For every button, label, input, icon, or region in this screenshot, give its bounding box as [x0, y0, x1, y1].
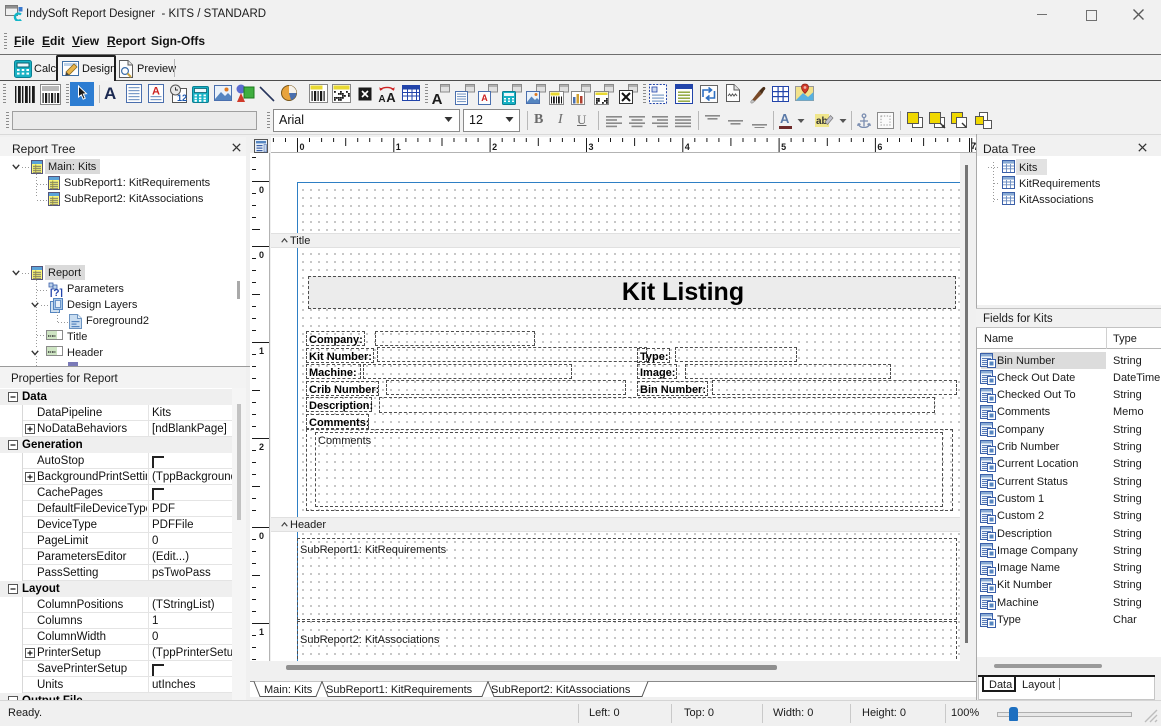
- svg-text:A: A: [378, 94, 385, 104]
- svg-text:0: 0: [259, 185, 264, 195]
- svg-text:[?]: [?]: [50, 288, 63, 297]
- svg-text:0: 0: [259, 531, 264, 541]
- svg-text:A: A: [481, 93, 488, 103]
- svg-text:4: 4: [685, 142, 690, 152]
- svg-text:3: 3: [589, 142, 594, 152]
- svg-text:2: 2: [259, 442, 264, 452]
- svg-text:A: A: [152, 86, 160, 98]
- svg-text:0: 0: [259, 250, 264, 260]
- svg-text:A: A: [386, 90, 396, 104]
- svg-text:6: 6: [877, 142, 882, 152]
- svg-text:A: A: [432, 91, 443, 105]
- svg-text:1: 1: [396, 142, 401, 152]
- svg-text:5: 5: [781, 142, 786, 152]
- svg-text:12: 12: [177, 93, 187, 103]
- svg-text:0: 0: [300, 142, 305, 152]
- svg-text:1: 1: [259, 627, 264, 637]
- svg-text:2: 2: [492, 142, 497, 152]
- svg-text:1: 1: [259, 346, 264, 356]
